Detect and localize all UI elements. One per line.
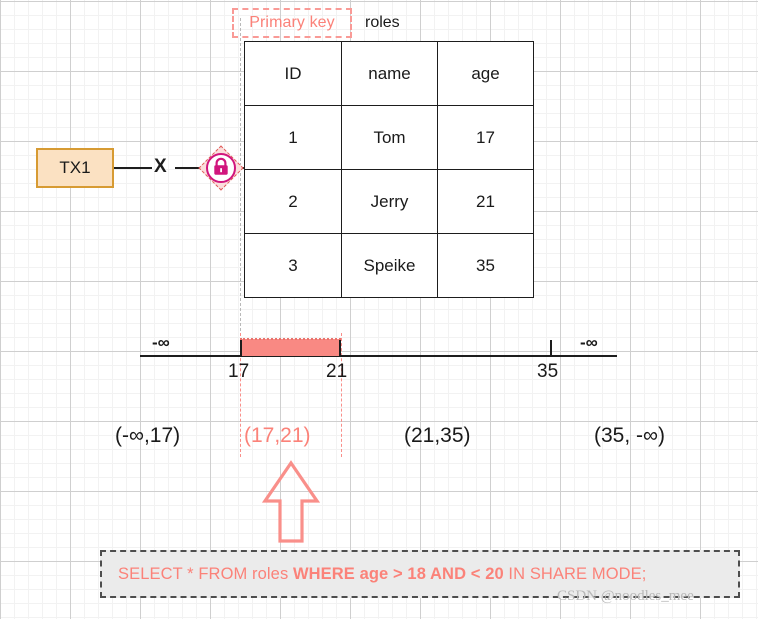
axis-label-neg-infinity-right: -∞ — [580, 333, 598, 352]
gap-lock-range-highlight — [239, 338, 341, 356]
interval-label-highlighted: (17,21) — [244, 424, 311, 447]
primary-key-callout: Primary key — [232, 8, 352, 38]
interval-label: (21,35) — [404, 424, 471, 447]
primary-key-guide-line — [240, 18, 241, 366]
cell-id: 2 — [244, 169, 342, 234]
primary-key-label: Primary key — [249, 14, 335, 31]
cell-name: Jerry — [341, 169, 438, 234]
cell-age: 35 — [437, 233, 534, 298]
diagram-canvas: Primary key roles ID name age 1 Tom 17 2… — [0, 0, 758, 619]
cell-name: Tom — [341, 105, 438, 170]
table-row: 3 Speike 35 — [244, 233, 534, 298]
header-cell: ID — [244, 41, 342, 106]
watermark-text: CSDN @noodles_mee — [557, 588, 694, 604]
table-header-row: ID name age — [244, 41, 534, 106]
sql-part-mode: IN SHARE MODE; — [503, 564, 647, 583]
transaction-node-tx1: TX1 — [36, 148, 114, 188]
interval-label: (35, -∞) — [594, 424, 665, 447]
blocked-x-marker: X — [154, 156, 167, 177]
axis-tick-label-17: 17 — [228, 361, 250, 382]
up-arrow-icon — [262, 460, 320, 543]
axis-label-neg-infinity-left: -∞ — [152, 333, 170, 352]
axis-tick-label-35: 35 — [537, 361, 559, 382]
sql-part-select: SELECT * FROM roles — [118, 564, 293, 583]
lock-badge — [198, 145, 244, 191]
number-line-axis — [140, 355, 617, 357]
sql-part-where: WHERE age > 18 AND < 20 — [292, 564, 504, 583]
lock-icon — [214, 157, 228, 175]
sql-statement-text: SELECT * FROM roles WHERE age > 18 AND <… — [118, 565, 646, 584]
cell-id: 3 — [244, 233, 342, 298]
axis-tick-35 — [550, 340, 552, 356]
table-row: 2 Jerry 21 — [244, 169, 534, 234]
connector-line-left — [114, 167, 152, 169]
header-cell: age — [437, 41, 534, 106]
header-cell: name — [341, 41, 438, 106]
table-name-label: roles — [365, 14, 400, 31]
table-row: 1 Tom 17 — [244, 105, 534, 170]
cell-name: Speike — [341, 233, 438, 298]
cell-id: 1 — [244, 105, 342, 170]
axis-tick-label-21: 21 — [326, 361, 348, 382]
roles-table: ID name age 1 Tom 17 2 Jerry 21 3 Speike… — [244, 41, 534, 298]
cell-age: 17 — [437, 105, 534, 170]
range-guide-line-right — [341, 333, 342, 457]
interval-label: (-∞,17) — [115, 424, 181, 447]
cell-age: 21 — [437, 169, 534, 234]
